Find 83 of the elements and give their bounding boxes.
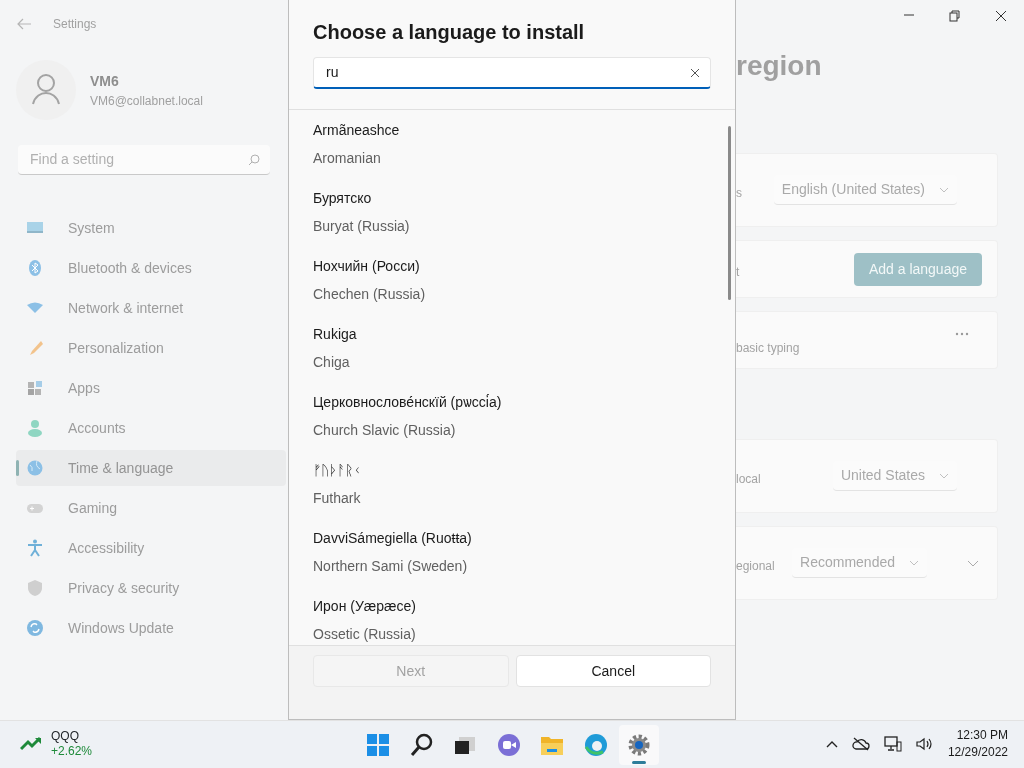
language-item[interactable]: DavviSámegiella (Ruoŧŧa) Northern Sami (Sweden)	[289, 524, 735, 592]
setting-label: local	[736, 471, 761, 488]
volume-icon[interactable]	[915, 737, 934, 751]
clear-icon[interactable]	[690, 67, 700, 78]
scrollbar-thumb[interactable]	[728, 126, 731, 300]
language-item[interactable]: Бурятско Buryat (Russia)	[289, 184, 735, 252]
update-icon	[26, 619, 44, 637]
page-title: region	[736, 52, 823, 80]
setting-label: basic typing	[736, 340, 800, 357]
language-english-name: Chiga	[313, 353, 351, 372]
setting-label: t	[736, 264, 740, 281]
maximize-icon[interactable]	[949, 10, 961, 22]
search-icon	[248, 153, 260, 166]
sidebar-item[interactable]: Gaming	[16, 490, 286, 526]
language-item[interactable]: Нохчийн (Росси) Chechen (Russia)	[289, 252, 735, 320]
more-options-icon[interactable]	[955, 332, 969, 336]
sidebar-item[interactable]: Apps	[16, 370, 286, 406]
start-icon	[366, 733, 390, 757]
language-item[interactable]: Ирон (Уæрæсе) Ossetic (Russia)	[289, 592, 735, 645]
user-avatar-icon	[16, 60, 76, 120]
language-native-name: Бурятско	[313, 189, 373, 208]
close-icon[interactable]	[995, 10, 1007, 22]
user-email: VM6@collabnet.local	[90, 92, 203, 110]
search-icon	[409, 733, 434, 757]
clock-time: 12:30 PM	[955, 727, 1008, 744]
apps-icon	[26, 379, 44, 397]
chevron-down-icon	[939, 186, 949, 193]
user-name: VM6	[90, 71, 120, 91]
browser-icon	[583, 733, 608, 757]
language-search-box[interactable]: ru	[313, 57, 711, 89]
accessibility-icon	[26, 539, 44, 557]
stock-change: +2.62%	[51, 744, 93, 759]
chevron-down-icon	[909, 559, 919, 566]
language-native-name: Церковнослове́нскїй (рѡссі́а)	[313, 393, 503, 412]
language-item[interactable]: ᚠᚢᚦᚨᚱᚲ Futhark	[289, 456, 735, 524]
language-native-name: Rukiga	[313, 325, 358, 344]
language-item[interactable]: Церковнослове́нскїй (рѡссі́а) Church Slavic (Russia)	[289, 388, 735, 456]
language-english-name: Aromanian	[313, 149, 382, 168]
language-native-name: Armãneashce	[313, 121, 401, 140]
chevron-down-icon	[939, 472, 949, 479]
language-native-name: Ирон (Уæрæсе)	[313, 597, 417, 616]
sidebar-item[interactable]: Accessibility	[16, 530, 286, 566]
language-english-name: Ossetic (Russia)	[313, 625, 417, 644]
stock-chart-icon	[20, 736, 44, 752]
language-native-name: Нохчийн (Росси)	[313, 257, 421, 276]
language-native-name: DavviSámegiella (Ruoŧŧa)	[313, 529, 473, 548]
cloud-off-icon[interactable]	[851, 737, 870, 751]
gear-icon	[627, 733, 651, 757]
sidebar-item[interactable]: System	[16, 210, 286, 246]
setting-label: s	[736, 185, 742, 202]
setting-label: egional	[736, 558, 775, 575]
dialog-title: Choose a language to install	[313, 20, 586, 44]
chat-icon	[496, 733, 521, 757]
sidebar-item[interactable]: Bluetooth & devices	[16, 250, 286, 286]
language-english-name: Buryat (Russia)	[313, 217, 411, 236]
language-native-name: ᚠᚢᚦᚨᚱᚲ	[313, 461, 362, 480]
sidebar-item[interactable]: Network & internet	[16, 290, 286, 326]
clock[interactable]: 12:30 PM 12/29/2022	[947, 727, 1008, 761]
chevron-up-icon[interactable]	[825, 740, 838, 748]
language-english-name: Chechen (Russia)	[313, 285, 427, 304]
add-language-button[interactable]: Add a language	[853, 252, 982, 286]
bluetooth-icon	[26, 259, 44, 277]
language-english-name: Futhark	[313, 489, 362, 508]
globe-icon	[26, 459, 44, 477]
sidebar-item[interactable]: Windows Update	[16, 610, 286, 646]
language-english-name: Church Slavic (Russia)	[313, 421, 457, 440]
sidebar-item[interactable]: Personalization	[16, 330, 286, 366]
sidebar-item[interactable]: Accounts	[16, 410, 286, 446]
shield-icon	[26, 579, 44, 597]
language-item[interactable]: Armãneashce Aromanian	[289, 116, 735, 184]
sidebar-item[interactable]: Privacy & security	[16, 570, 286, 606]
clock-date: 12/29/2022	[947, 744, 1008, 761]
search-box[interactable]: Find a setting	[18, 145, 270, 175]
search-field[interactable]: Find a setting	[28, 148, 248, 171]
stock-ticker: QQQ	[51, 729, 80, 744]
network-icon[interactable]	[883, 736, 902, 752]
language-english-name: Northern Sami (Sweden)	[313, 557, 469, 576]
language-search-field[interactable]: ru	[324, 61, 690, 84]
person-icon	[26, 419, 44, 437]
window-title: Settings	[53, 16, 97, 33]
language-item[interactable]: Rukiga Chiga	[289, 320, 735, 388]
sidebar-item[interactable]: Time & language	[16, 450, 286, 486]
cancel-button[interactable]: Cancel	[515, 655, 711, 687]
